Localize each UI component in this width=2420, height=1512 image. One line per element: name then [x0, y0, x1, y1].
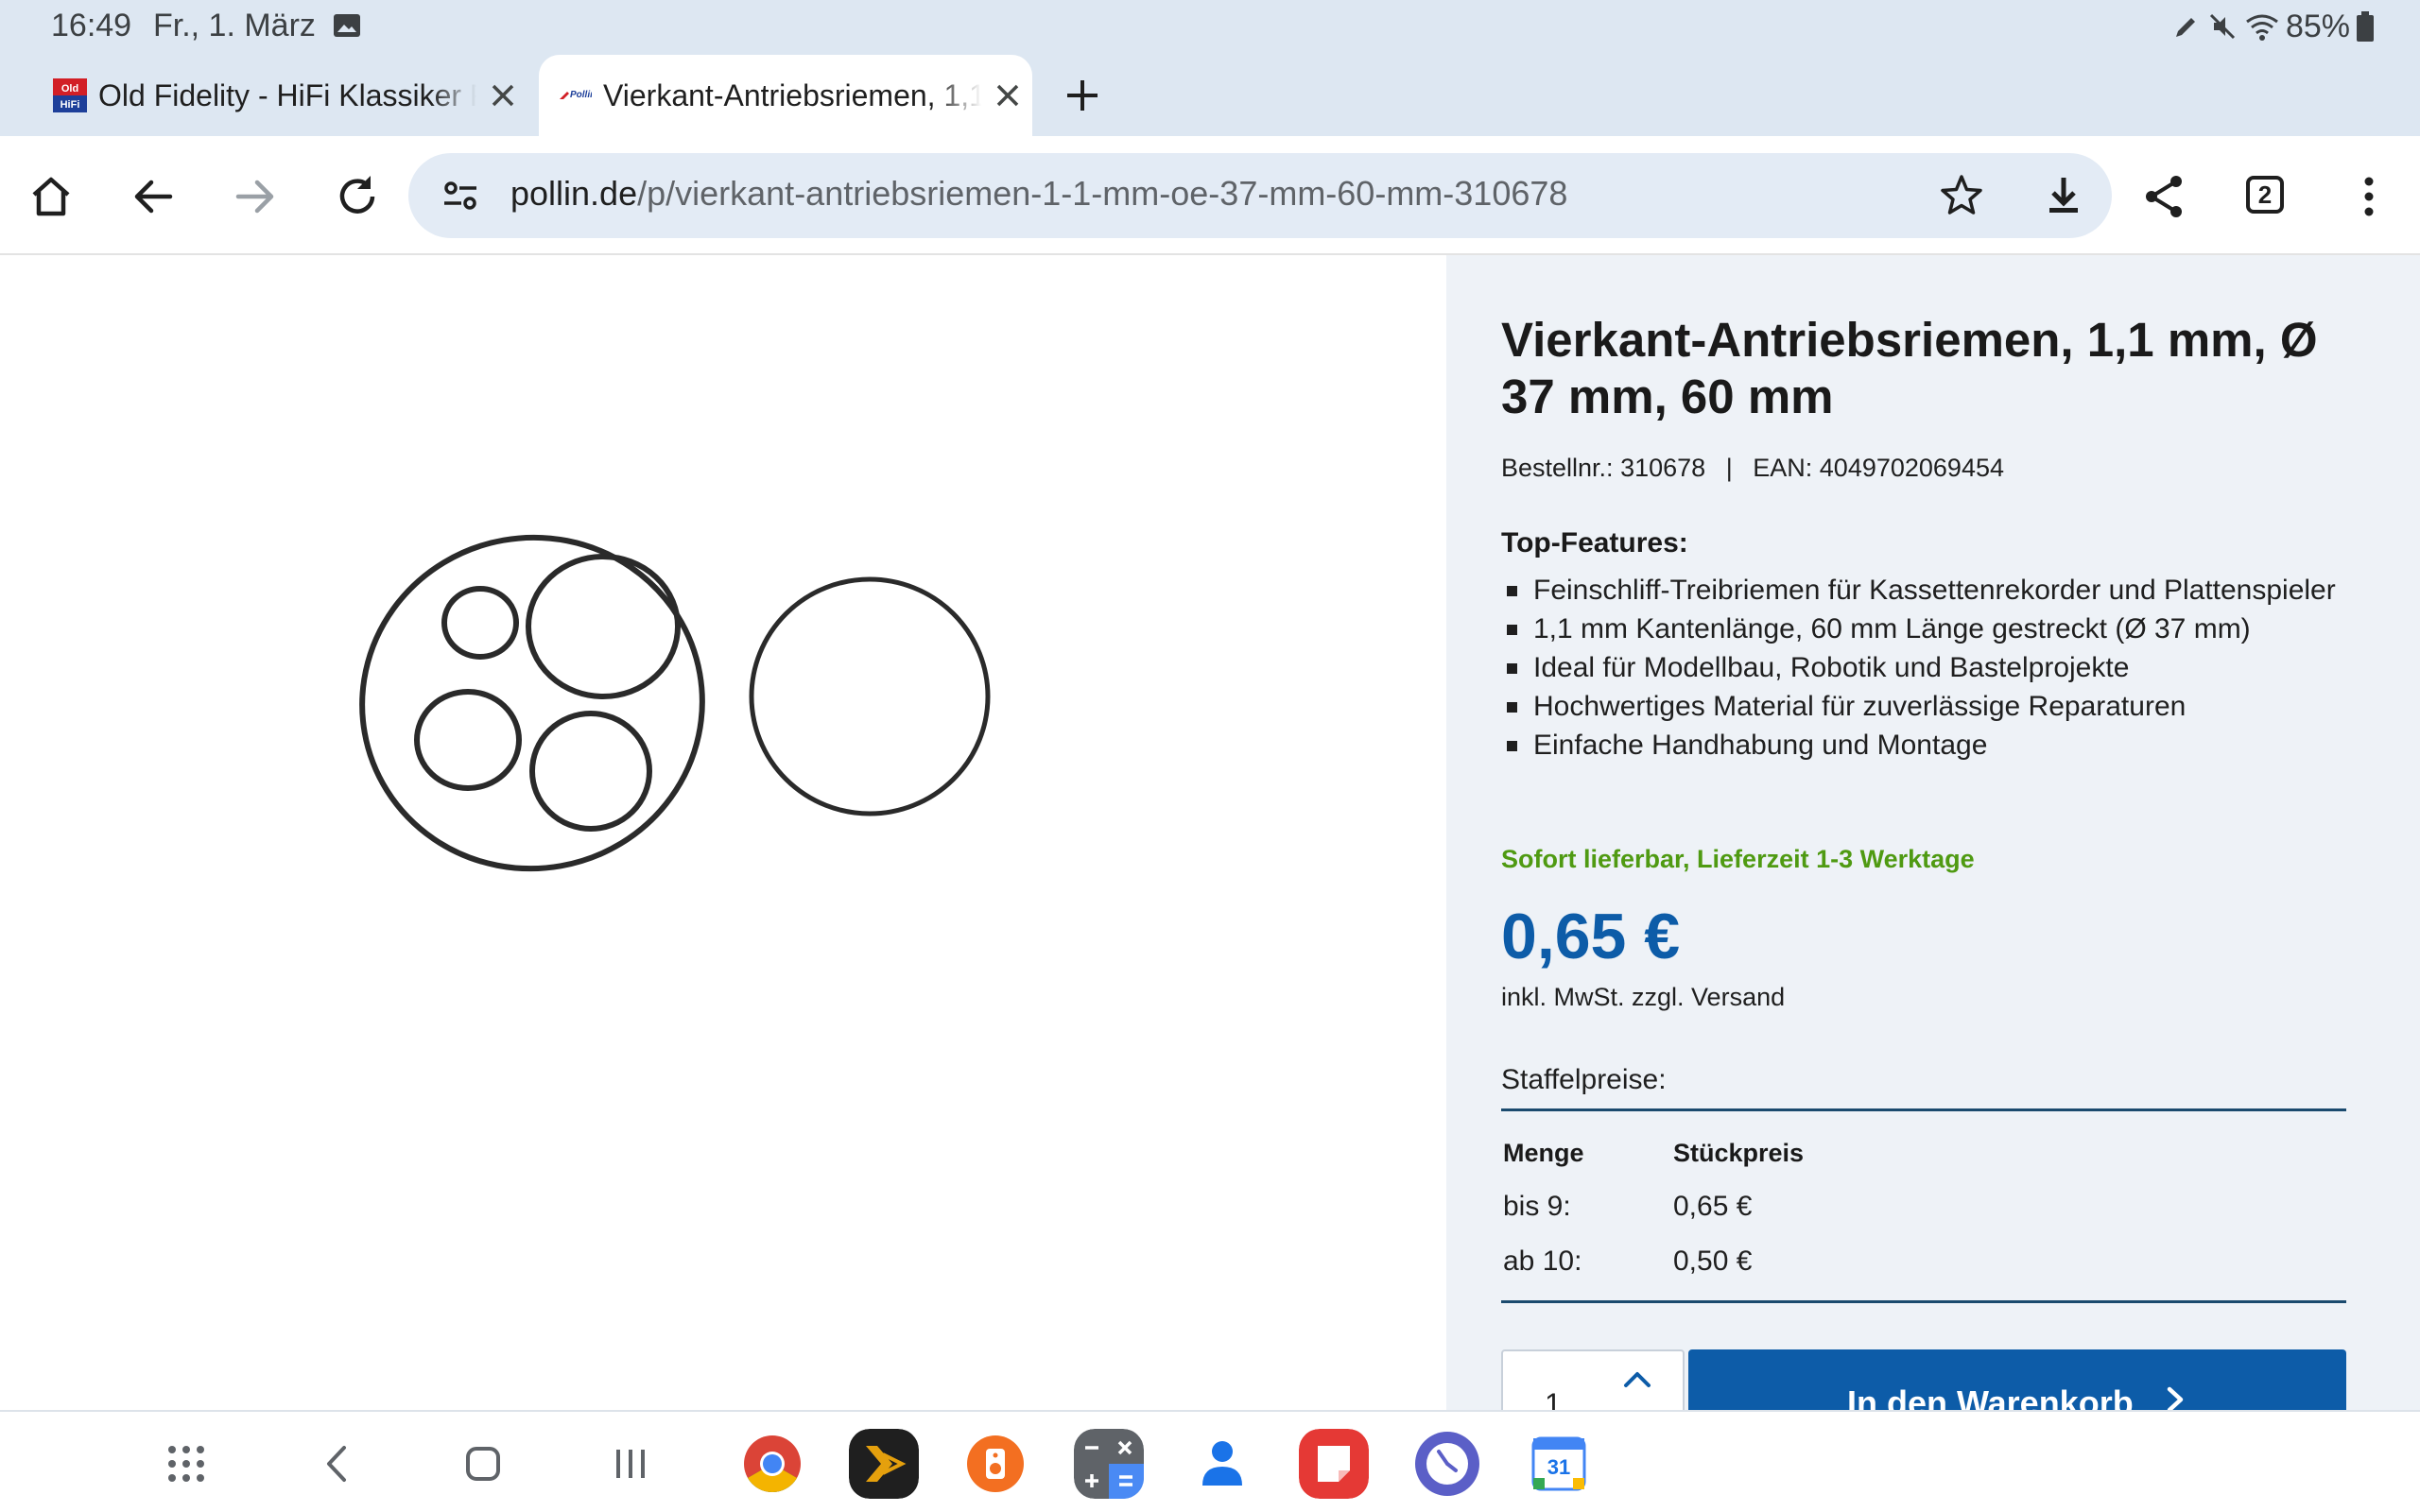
- feature-item: Feinschliff-Treibriemen für Kassettenrek…: [1501, 571, 2371, 610]
- table-row: ab 10: 0,50 €: [1501, 1234, 2346, 1289]
- tab-title: Old Fidelity - HiFi Klassiker F: [98, 77, 476, 112]
- order-number: 310678: [1620, 454, 1706, 482]
- tab-switcher-button[interactable]: 2: [2246, 176, 2284, 214]
- divider: [1501, 1300, 2346, 1303]
- availability-status: Sofort lieferbar, Lieferzeit 1-3 Werktag…: [1501, 845, 1975, 873]
- feature-item: Hochwertiges Material für zuverlässige R…: [1501, 687, 2371, 726]
- url-text[interactable]: pollin.de/p/vierkant-antriebsriemen-1-1-…: [510, 174, 1567, 214]
- feature-text: Hochwertiges Material für zuverlässige R…: [1533, 691, 2187, 722]
- tab-title: Vierkant-Antriebsriemen, 1,1: [603, 77, 981, 112]
- tab-old-fidelity[interactable]: Old HiFi Old Fidelity - HiFi Klassiker F: [34, 55, 535, 136]
- feature-text: Einfache Handhabung und Montage: [1533, 730, 1988, 761]
- site-settings-icon[interactable]: [439, 174, 482, 217]
- new-tab-plus-icon[interactable]: [1059, 72, 1106, 119]
- notes-icon[interactable]: [1299, 1429, 1369, 1499]
- calculator-icon[interactable]: [1074, 1429, 1144, 1499]
- table-row: bis 9: 0,65 €: [1501, 1179, 2346, 1234]
- order-number-label: Bestellnr.:: [1501, 454, 1614, 482]
- pollin-favicon-icon: Pollin: [560, 90, 592, 100]
- feature-text: 1,1 mm Kantenlänge, 60 mm Länge gestreck…: [1533, 613, 2251, 644]
- close-icon[interactable]: [989, 77, 1027, 114]
- bullet-icon: [1507, 586, 1517, 596]
- url-host: pollin.de: [510, 174, 638, 213]
- ean-label: EAN:: [1753, 454, 1813, 482]
- music-player-icon[interactable]: [960, 1429, 1030, 1499]
- column-header-unit-price: Stückpreis: [1673, 1138, 1805, 1167]
- back-arrow-icon[interactable]: [127, 170, 180, 223]
- tier-quantity: bis 9:: [1503, 1191, 1571, 1222]
- tab-strip: Old HiFi Old Fidelity - HiFi Klassiker F…: [0, 55, 2420, 136]
- product-meta: Bestellnr.: 310678 | EAN: 4049702069454: [1501, 454, 2004, 483]
- product-title: Vierkant-Antriebsriemen, 1,1 mm, Ø 37 mm…: [1501, 313, 2318, 423]
- tier-quantity: ab 10:: [1503, 1246, 1582, 1277]
- svg-text:Pollin: Pollin: [570, 90, 592, 100]
- svg-text:Old: Old: [61, 83, 78, 94]
- bullet-icon: [1507, 625, 1517, 635]
- features-heading: Top-Features:: [1501, 527, 1688, 558]
- feature-item: 1,1 mm Kantenlänge, 60 mm Länge gestreck…: [1501, 610, 2371, 648]
- nav-home-icon[interactable]: [459, 1440, 507, 1487]
- browser-toolbar: pollin.de/p/vierkant-antriebsriemen-1-1-…: [0, 136, 2420, 255]
- nav-recents-icon[interactable]: [607, 1440, 654, 1487]
- tier-prices-heading: Staffelpreise:: [1501, 1064, 1667, 1095]
- ean-number: 4049702069454: [1819, 454, 2004, 482]
- product-info-panel: Vierkant-Antriebsriemen, 1,1 mm, Ø 37 mm…: [1446, 255, 2420, 1425]
- web-page: Vierkant-Antriebsriemen, 1,1 mm, Ø 37 mm…: [0, 255, 2420, 1425]
- price-note: inkl. MwSt. zzgl. Versand: [1501, 983, 1786, 1011]
- gallery-icon: [334, 14, 360, 37]
- home-icon[interactable]: [25, 170, 78, 223]
- contacts-icon[interactable]: [1187, 1429, 1257, 1499]
- share-icon[interactable]: [2138, 170, 2191, 223]
- chrome-icon[interactable]: [737, 1429, 807, 1499]
- bookmark-star-icon[interactable]: [1938, 172, 1985, 219]
- wifi-icon: [2246, 14, 2278, 41]
- divider: [1501, 1108, 2346, 1111]
- product-image-area: [0, 255, 1446, 1410]
- tier-price: 0,65 €: [1673, 1191, 1753, 1222]
- bullet-icon: [1507, 702, 1517, 713]
- pen-icon: [2175, 18, 2195, 37]
- column-header-quantity: Menge: [1503, 1138, 1584, 1167]
- table-header-row: Menge Stückpreis: [1501, 1126, 2346, 1179]
- feature-text: Ideal für Modellbau, Robotik und Bastelp…: [1533, 652, 2130, 683]
- product-image[interactable]: [359, 529, 1011, 1153]
- calendar-icon[interactable]: 31: [1524, 1429, 1594, 1499]
- clock-icon[interactable]: [1412, 1429, 1482, 1499]
- reload-icon[interactable]: [331, 170, 384, 223]
- tier-price: 0,50 €: [1673, 1246, 1753, 1277]
- meta-separator: |: [1725, 454, 1733, 482]
- nav-back-icon[interactable]: [316, 1440, 363, 1487]
- product-price: 0,65 €: [1501, 901, 1681, 972]
- status-icons: 85%: [2172, 8, 2375, 45]
- plex-icon[interactable]: [849, 1429, 919, 1499]
- features-list: Feinschliff-Treibriemen für Kassettenrek…: [1501, 571, 2371, 765]
- close-icon[interactable]: [484, 77, 522, 114]
- tab-pollin-product[interactable]: Pollin Vierkant-Antriebsriemen, 1,1: [539, 55, 1032, 136]
- feature-text: Feinschliff-Treibriemen für Kassettenrek…: [1533, 575, 2336, 606]
- status-date: Fr., 1. März: [153, 8, 316, 43]
- calendar-day: 31: [1547, 1455, 1570, 1479]
- svg-text:HiFi: HiFi: [60, 99, 80, 111]
- old-hifi-favicon-icon: Old HiFi: [53, 78, 87, 112]
- apps-grid-icon[interactable]: [163, 1440, 210, 1487]
- battery-icon: [2357, 11, 2374, 42]
- bullet-icon: [1507, 741, 1517, 751]
- address-bar[interactable]: pollin.de/p/vierkant-antriebsriemen-1-1-…: [408, 153, 2112, 238]
- feature-item: Einfache Handhabung und Montage: [1501, 726, 2371, 765]
- mute-icon: [2209, 13, 2235, 40]
- status-time: 16:49: [51, 8, 132, 43]
- navigation-bar: 31: [0, 1410, 2420, 1512]
- status-bar: 16:49 Fr., 1. März 85%: [0, 0, 2420, 55]
- url-path: /p/vierkant-antriebsriemen-1-1-mm-oe-37-…: [637, 174, 1568, 213]
- download-icon[interactable]: [2040, 172, 2087, 219]
- battery-percentage: 85%: [2285, 8, 2350, 44]
- tier-prices-table: Menge Stückpreis bis 9: 0,65 € ab 10: 0,…: [1501, 1126, 2346, 1289]
- more-menu-icon[interactable]: [2342, 170, 2395, 223]
- bullet-icon: [1507, 663, 1517, 674]
- feature-item: Ideal für Modellbau, Robotik und Bastelp…: [1501, 648, 2371, 687]
- forward-arrow-icon[interactable]: [229, 170, 282, 223]
- chevron-up-icon[interactable]: [1620, 1365, 1654, 1393]
